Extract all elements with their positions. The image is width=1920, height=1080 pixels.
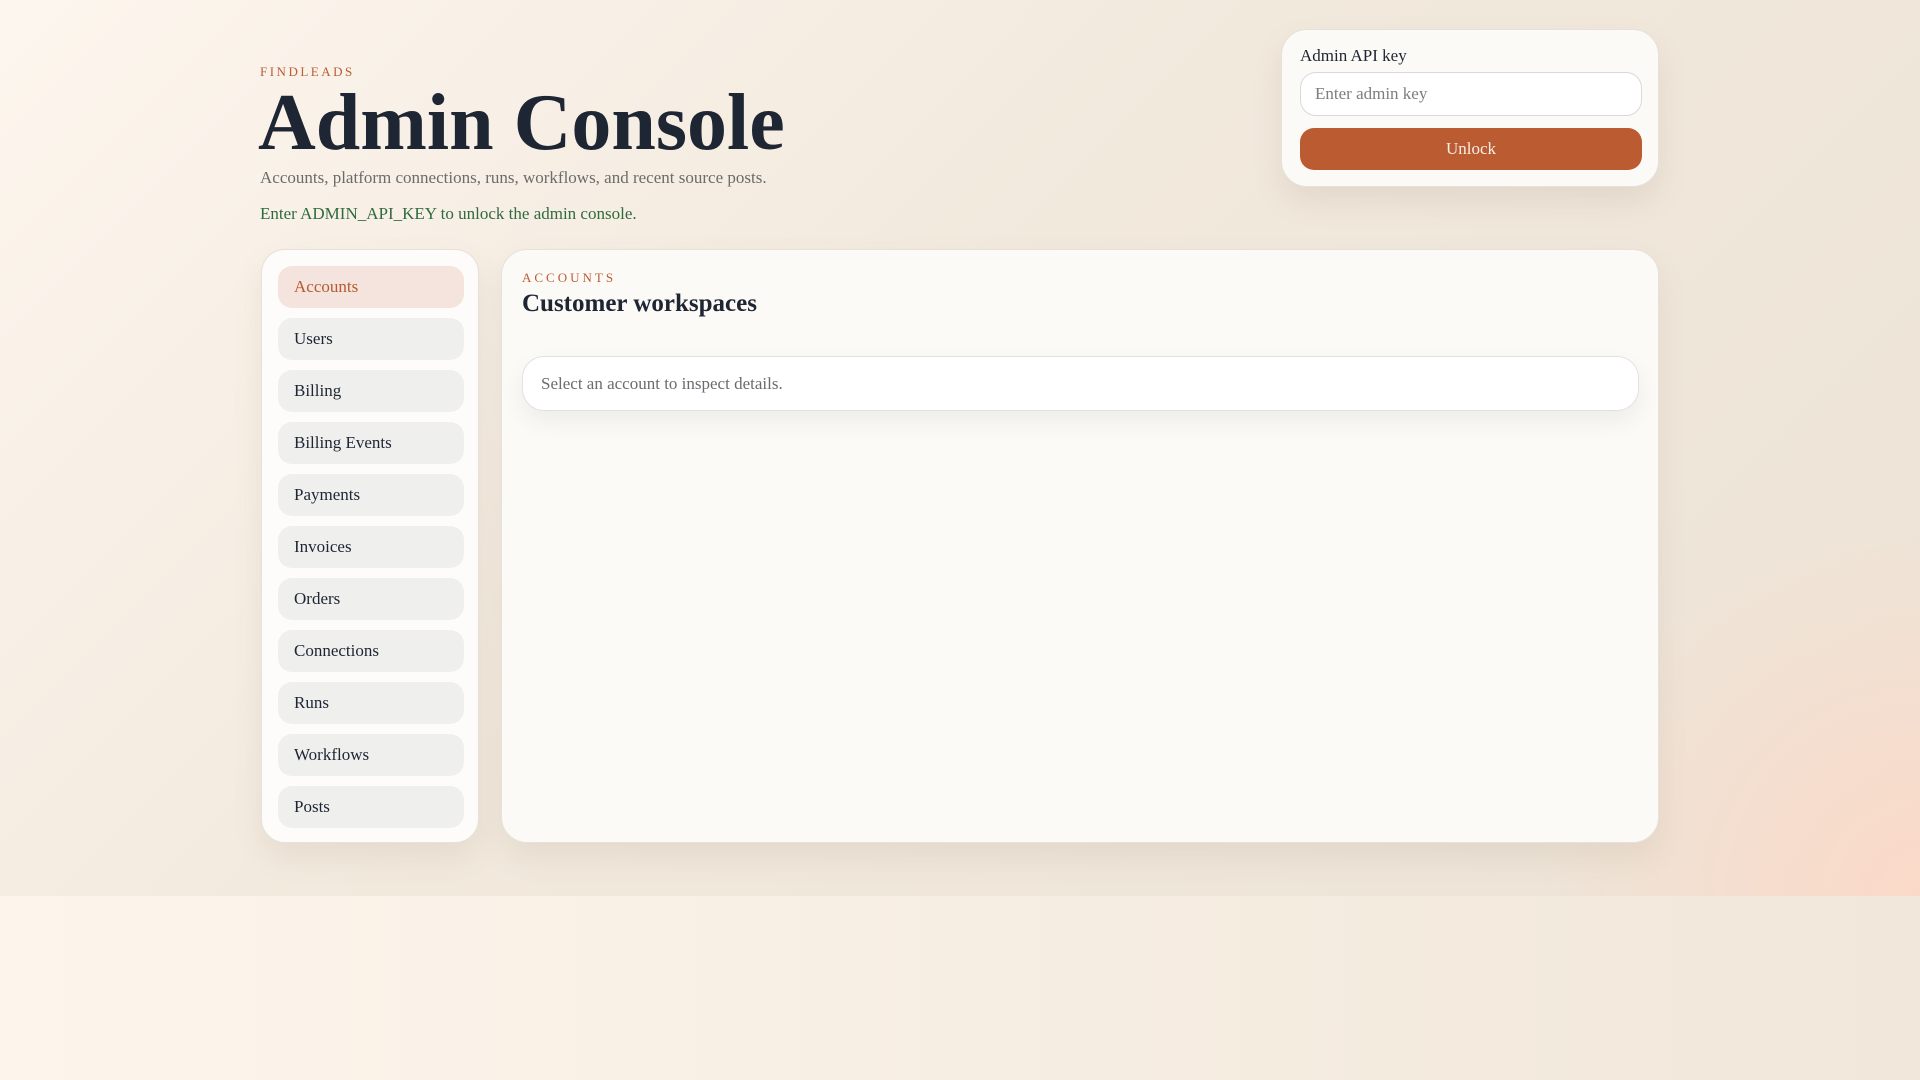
page-footer-area (0, 896, 1920, 1080)
sidebar-item-runs[interactable]: Runs (278, 682, 464, 724)
section-title: Customer workspaces (522, 290, 757, 317)
sidebar-item-invoices[interactable]: Invoices (278, 526, 464, 568)
section-eyebrow: ACCOUNTS (522, 270, 617, 285)
sidebar-item-workflows[interactable]: Workflows (278, 734, 464, 776)
admin-key-input[interactable] (1300, 72, 1642, 116)
sidebar-item-payments[interactable]: Payments (278, 474, 464, 516)
sidebar-item-connections[interactable]: Connections (278, 630, 464, 672)
page-subtitle: Accounts, platform connections, runs, wo… (260, 168, 767, 187)
admin-key-label: Admin API key (1300, 46, 1407, 65)
unlock-button[interactable]: Unlock (1300, 128, 1642, 170)
main-panel: ACCOUNTS Customer workspaces Select an a… (501, 249, 1659, 843)
page-title: Admin Console (258, 79, 785, 167)
sidebar-item-accounts[interactable]: Accounts (278, 266, 464, 308)
sidebar-item-posts[interactable]: Posts (278, 786, 464, 828)
unlock-hint: Enter ADMIN_API_KEY to unlock the admin … (260, 204, 637, 223)
sidebar-item-users[interactable]: Users (278, 318, 464, 360)
sidebar-item-billing-events[interactable]: Billing Events (278, 422, 464, 464)
sidebar-item-billing[interactable]: Billing (278, 370, 464, 412)
sidebar: Accounts Users Billing Billing Events Pa… (261, 249, 479, 843)
sidebar-item-orders[interactable]: Orders (278, 578, 464, 620)
empty-state: Select an account to inspect details. (522, 356, 1639, 411)
admin-key-card: Admin API key Unlock (1281, 29, 1659, 187)
